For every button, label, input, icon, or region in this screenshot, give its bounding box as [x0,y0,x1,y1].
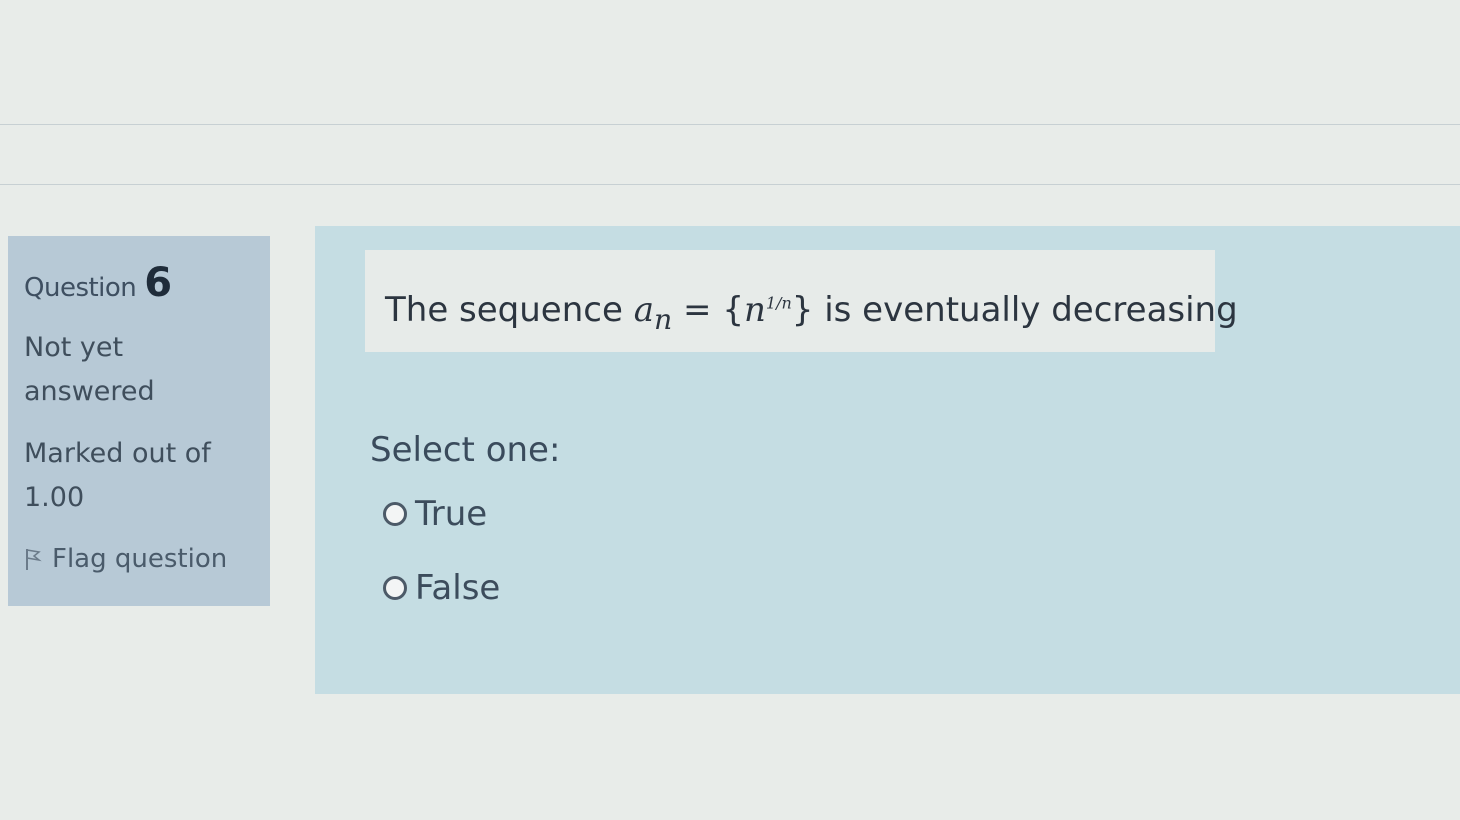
question-prefix: The sequence [385,290,634,330]
sequence-subscript: n [653,302,673,336]
divider-line [0,124,1460,125]
radio-true[interactable] [383,502,407,526]
question-grade: Marked out of 1.00 [24,432,254,520]
question-content-panel: The sequence an = {n1/n} is eventually d… [315,226,1460,694]
divider-line [0,184,1460,185]
option-false[interactable]: False [383,568,500,608]
equals-brace: = { [672,290,744,330]
flag-question-button[interactable]: Flag question [24,544,254,574]
sequence-variable: a [633,290,654,330]
option-false-label: False [415,568,501,608]
grade-line-2: 1.00 [24,482,85,513]
option-true[interactable]: True [383,494,487,534]
question-number: 6 [144,260,173,306]
sequence-exponent: 1/n [765,293,792,313]
question-heading: Question 6 [24,260,254,306]
question-text: The sequence an = {n1/n} is eventually d… [365,250,1238,352]
state-line-1: Not yet [24,332,124,363]
flag-question-label: Flag question [52,544,228,574]
grade-line-1: Marked out of [24,438,211,469]
question-state: Not yet answered [24,326,254,414]
flag-icon [24,547,42,571]
question-suffix: is eventually decreasing [813,290,1238,330]
option-true-label: True [415,494,488,534]
sequence-base: n [743,290,766,330]
state-line-2: answered [24,376,155,407]
closing-brace: } [791,290,814,330]
question-info-panel: Question 6 Not yet answered Marked out of… [8,236,270,606]
radio-false[interactable] [383,576,407,600]
question-label: Question [24,273,137,303]
select-one-prompt: Select one: [370,430,561,470]
